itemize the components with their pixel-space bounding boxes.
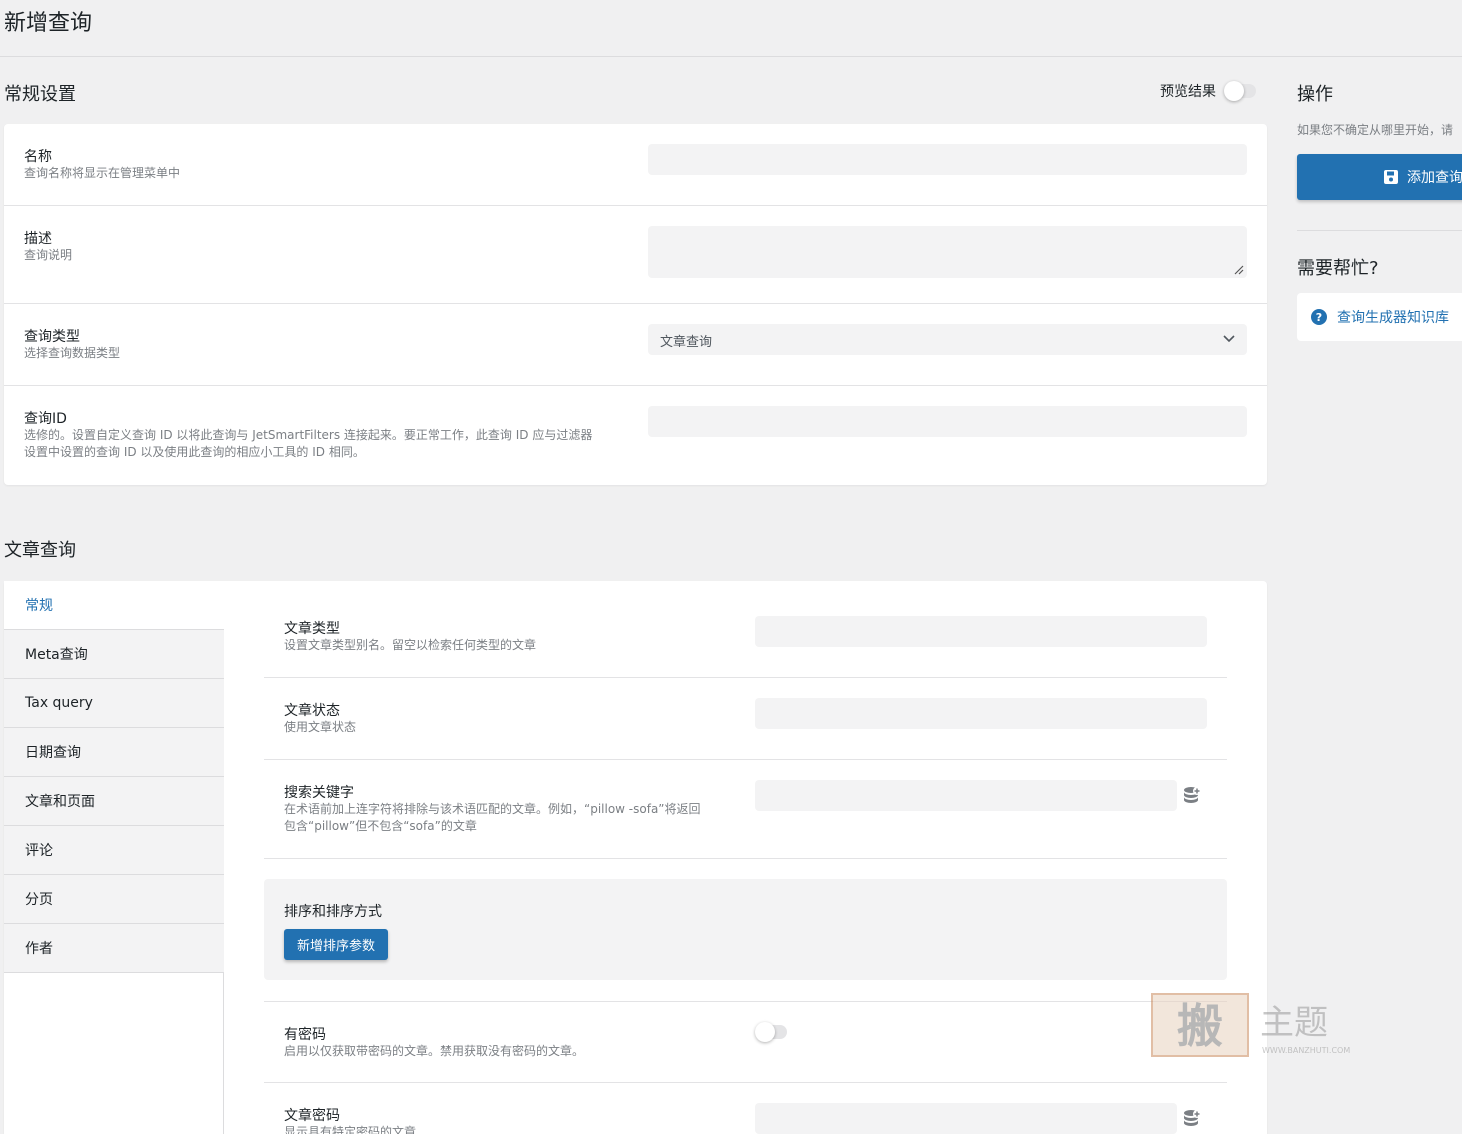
field-row-description: 描述 查询说明 — [4, 206, 1267, 304]
tab-tax-query[interactable]: Tax query — [4, 679, 224, 728]
field-label: 查询ID — [24, 411, 67, 427]
post-query-tabs: 常规 Meta查询 Tax query 日期查询 文章和页面 评论 分页 作者 — [4, 581, 224, 1134]
field-desc: 选择查询数据类型 — [24, 346, 121, 360]
svg-text:搬: 搬 — [1177, 999, 1223, 1053]
has-password-toggle[interactable] — [755, 1022, 787, 1042]
field-label: 文章类型 — [284, 621, 340, 637]
select-value: 文章查询 — [660, 335, 713, 350]
sidebar-divider — [1297, 230, 1462, 231]
tab-date-query[interactable]: 日期查询 — [4, 728, 224, 777]
field-desc: 设置文章类型别名。留空以检索任何类型的文章 — [284, 638, 537, 652]
field-label: 有密码 — [284, 1027, 326, 1043]
field-desc-line1: 在术语前加上连字符将排除与该术语匹配的文章。例如，“pillow -sofa”将… — [284, 802, 701, 816]
question-icon: ? — [1311, 309, 1327, 325]
chevron-down-icon — [1223, 335, 1235, 343]
toggle-knob — [755, 1022, 775, 1042]
field-desc-line2: 包含“pillow”但不包含“sofa”的文章 — [284, 819, 477, 833]
query-id-input[interactable] — [648, 406, 1247, 437]
field-desc: 启用以仅获取带密码的文章。禁用获取没有密码的文章。 — [284, 1044, 585, 1058]
post-query-card: 常规 Meta查询 Tax query 日期查询 文章和页面 评论 分页 作者 … — [4, 581, 1267, 1134]
preview-label: 预览结果 — [1160, 84, 1216, 100]
field-desc: 使用文章状态 — [284, 720, 357, 734]
preview-toggle-group: 预览结果 — [1160, 81, 1256, 101]
field-desc-line2: 设置中设置的查询 ID 以及使用此查询的相应小工具的 ID 相同。 — [24, 445, 365, 459]
dynamic-data-icon[interactable] — [1183, 786, 1201, 806]
add-sort-param-button[interactable]: 新增排序参数 — [284, 929, 389, 960]
field-desc: 显示具有特定密码的文章 — [284, 1125, 417, 1134]
general-settings-card: 名称 查询名称将显示在管理菜单中 描述 查询说明 查询类型 选择查询数据类型 文… — [4, 124, 1267, 485]
help-card: ? 查询生成器知识库 — [1297, 293, 1462, 341]
actions-note: 如果您不确定从哪里开始，请 — [1297, 123, 1454, 137]
field-desc: 查询名称将显示在管理菜单中 — [24, 166, 181, 180]
general-settings-title: 常规设置 — [4, 84, 76, 105]
post-query-title: 文章查询 — [4, 540, 76, 561]
tab-comments[interactable]: 评论 — [4, 826, 224, 875]
add-query-button[interactable]: 添加查询 — [1297, 154, 1462, 200]
field-row-query-type: 查询类型 选择查询数据类型 文章查询 — [4, 304, 1267, 386]
post-status-input[interactable] — [755, 698, 1207, 729]
field-row-post-password: 文章密码 显示具有特定密码的文章 — [264, 1083, 1227, 1134]
actions-title: 操作 — [1297, 84, 1333, 105]
watermark-logo-image: 搬 主题 WWW.BANZHUTI.COM — [1151, 993, 1350, 1057]
save-icon — [1384, 170, 1398, 184]
sort-title: 排序和排序方式 — [284, 904, 382, 920]
help-title: 需要帮忙? — [1297, 258, 1379, 279]
post-password-input[interactable] — [755, 1103, 1177, 1134]
field-row-query-id: 查询ID 选修的。设置自定义查询 ID 以将此查询与 JetSmartFilte… — [4, 386, 1267, 485]
tab-meta-query[interactable]: Meta查询 — [4, 630, 224, 679]
field-label: 描述 — [24, 231, 52, 247]
field-row-search-keyword: 搜索关键字 在术语前加上连字符将排除与该术语匹配的文章。例如，“pillow -… — [264, 760, 1227, 859]
knowledge-base-link[interactable]: 查询生成器知识库 — [1337, 307, 1449, 327]
search-keyword-input[interactable] — [755, 780, 1177, 811]
svg-text:WWW.BANZHUTI.COM: WWW.BANZHUTI.COM — [1262, 1046, 1350, 1055]
tab-author[interactable]: 作者 — [4, 924, 224, 973]
post-type-input[interactable] — [755, 616, 1207, 647]
description-textarea[interactable] — [648, 226, 1247, 278]
svg-text:主题: 主题 — [1260, 1003, 1328, 1043]
query-type-select[interactable]: 文章查询 — [648, 324, 1247, 355]
tab-posts-pages[interactable]: 文章和页面 — [4, 777, 224, 826]
tab-general[interactable]: 常规 — [4, 581, 224, 630]
page-title: 新增查询 — [4, 11, 93, 36]
field-label: 名称 — [24, 149, 52, 165]
field-label: 文章密码 — [284, 1108, 340, 1124]
add-query-label: 添加查询 — [1407, 170, 1462, 186]
field-desc: 查询说明 — [24, 248, 73, 262]
field-row-post-type: 文章类型 设置文章类型别名。留空以检索任何类型的文章 — [264, 596, 1227, 678]
field-row-has-password: 有密码 启用以仅获取带密码的文章。禁用获取没有密码的文章。 — [264, 1001, 1227, 1083]
watermark-logo: 搬 主题 WWW.BANZHUTI.COM — [1150, 990, 1380, 1060]
field-label: 文章状态 — [284, 703, 340, 719]
field-row-post-status: 文章状态 使用文章状态 — [264, 678, 1227, 760]
field-row-name: 名称 查询名称将显示在管理菜单中 — [4, 124, 1267, 206]
field-label: 搜索关键字 — [284, 785, 354, 801]
title-divider — [0, 56, 1462, 57]
dynamic-data-icon[interactable] — [1183, 1109, 1201, 1129]
name-input[interactable] — [648, 144, 1247, 175]
field-label: 查询类型 — [24, 329, 80, 345]
field-desc-line1: 选修的。设置自定义查询 ID 以将此查询与 JetSmartFilters 连接… — [24, 428, 593, 442]
sort-section: 排序和排序方式 新增排序参数 — [264, 879, 1227, 980]
preview-toggle[interactable] — [1224, 81, 1256, 101]
resize-handle-icon[interactable] — [1234, 265, 1244, 275]
tab-pagination[interactable]: 分页 — [4, 875, 224, 924]
toggle-knob — [1224, 81, 1244, 101]
